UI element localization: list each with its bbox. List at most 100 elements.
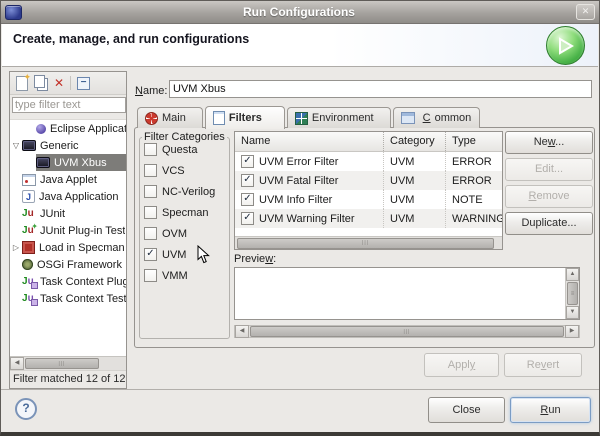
checkbox[interactable] (144, 185, 157, 198)
label-mnemonic: N (135, 85, 143, 97)
row-checkbox[interactable]: ✓ (241, 174, 254, 187)
button-label: Appl (447, 359, 470, 371)
scroll-left-icon[interactable]: ◀ (10, 357, 24, 370)
button-mnemonic: w (547, 136, 556, 148)
table-row[interactable]: ✓ UVM Fatal Filter UVM ERROR (235, 171, 502, 190)
checkbox[interactable] (144, 269, 157, 282)
cell-type: NOTE (452, 193, 483, 206)
window-title: Run Configurations (243, 5, 355, 19)
java-application-icon (22, 190, 35, 203)
label-part: ame: (142, 85, 168, 97)
scrollbar-thumb[interactable]: ||| (250, 326, 564, 337)
preview-horizontal-scrollbar[interactable]: ◀ ||| ▶ (234, 325, 580, 338)
checkbox[interactable] (144, 227, 157, 240)
cell-name: UVM Info Filter (259, 193, 333, 206)
filter-category-nc-verilog[interactable]: NC-Verilog (144, 185, 215, 198)
edit-filter-button[interactable]: Edit... (505, 158, 593, 181)
row-checkbox[interactable]: ✓ (241, 155, 254, 168)
window-icon (5, 4, 22, 20)
table-row[interactable]: ✓ UVM Error Filter UVM ERROR (235, 152, 502, 171)
filter-category-vcs[interactable]: VCS (144, 164, 185, 177)
tree-item[interactable]: ✦JUnit Plug-in Test (10, 222, 126, 239)
filter-category-ovm[interactable]: OVM (144, 227, 187, 240)
duplicate-filter-button[interactable]: Duplicate... (505, 212, 593, 235)
scroll-down-icon[interactable]: ▼ (566, 306, 579, 319)
tab-label: Main (162, 112, 186, 124)
checkbox-checked[interactable]: ✓ (144, 248, 157, 261)
table-header: Name Category Type (235, 132, 502, 152)
tree-item[interactable]: Task Context Test (10, 290, 126, 307)
scroll-up-icon[interactable]: ▲ (566, 268, 579, 281)
tab-environment[interactable]: Environment (286, 107, 391, 128)
table-row[interactable]: ✓ UVM Warning Filter UVM WARNING (235, 209, 502, 228)
cell-category: UVM (384, 152, 446, 171)
label-mnemonic: w (265, 253, 274, 265)
column-header-category[interactable]: Category (384, 132, 446, 151)
name-input[interactable] (169, 80, 592, 98)
tree-item[interactable]: Java Application (10, 188, 126, 205)
tree-item-label: JUnit (40, 207, 66, 220)
tree-item[interactable]: Eclipse Application (10, 120, 126, 137)
row-checkbox[interactable]: ✓ (241, 193, 254, 206)
button-label: Edit... (534, 163, 564, 175)
run-button[interactable]: Run (510, 397, 591, 423)
checkbox[interactable] (144, 143, 157, 156)
row-checkbox[interactable]: ✓ (241, 212, 254, 225)
tab-main[interactable]: Main (137, 107, 203, 128)
checkbox-label: OVM (162, 227, 188, 240)
tree-item[interactable]: Java Applet (10, 171, 126, 188)
scroll-right-icon[interactable]: ▶ (565, 325, 579, 338)
filters-table: Name Category Type ✓ UVM Error Filter UVM… (234, 131, 503, 250)
cell-name: UVM Fatal Filter (259, 174, 339, 187)
expanded-arrow-icon[interactable]: ▽ (10, 141, 22, 150)
button-label: emove (536, 190, 570, 202)
tab-filters[interactable]: Filters (204, 106, 285, 129)
collapse-all-icon[interactable]: − (77, 76, 91, 90)
revert-button[interactable]: Revert (504, 353, 582, 377)
scrollbar-thumb[interactable]: ||| (25, 358, 99, 369)
checkbox[interactable] (144, 164, 157, 177)
title-bar[interactable]: Run Configurations ✕ (1, 1, 599, 24)
apply-button[interactable]: Apply (424, 353, 499, 377)
table-row[interactable]: ✓ UVM Info Filter UVM NOTE (235, 190, 502, 209)
duplicate-config-icon[interactable] (34, 75, 45, 88)
filter-category-questa[interactable]: Questa (144, 143, 197, 156)
run-banner-button[interactable] (546, 26, 585, 65)
button-mnemonic: y (469, 359, 476, 371)
close-button[interactable]: Close (428, 397, 505, 423)
tree-item[interactable]: ▽ Generic (10, 137, 126, 154)
column-header-type[interactable]: Type (446, 132, 502, 151)
column-header-name[interactable]: Name (235, 132, 384, 151)
delete-config-icon[interactable]: ✕ (54, 77, 64, 89)
tree-item-label: Generic (40, 139, 79, 152)
new-filter-button[interactable]: New... (505, 131, 593, 154)
filter-category-uvm[interactable]: ✓ UVM (144, 248, 186, 261)
checkbox[interactable] (144, 206, 157, 219)
sidebar-horizontal-scrollbar[interactable]: ◀ ||| (10, 356, 126, 370)
tree-item-selected[interactable]: UVM Xbus (10, 154, 126, 171)
environment-tab-icon (294, 111, 308, 125)
task-context-test-icon (22, 293, 38, 306)
scroll-left-icon[interactable]: ◀ (235, 325, 249, 338)
tab-common[interactable]: Common (392, 107, 481, 128)
scrollbar-thumb[interactable]: ≡ (567, 282, 578, 305)
preview-vertical-scrollbar[interactable]: ▲ ≡ ▼ (565, 268, 579, 319)
scrollbar-thumb[interactable]: ||| (237, 237, 494, 249)
tree-item[interactable]: Task Context Plug (10, 273, 126, 290)
filter-category-vmm[interactable]: VMM (144, 269, 188, 282)
collapsed-arrow-icon[interactable]: ▷ (10, 243, 22, 252)
remove-filter-button[interactable]: Remove (505, 185, 593, 208)
preview-textarea[interactable]: ▲ ≡ ▼ (234, 267, 580, 320)
button-label: Re (526, 359, 541, 371)
type-filter-input[interactable] (12, 97, 126, 113)
tree-item[interactable]: OSGi Framework (10, 256, 126, 273)
table-empty-area (235, 228, 502, 236)
main-tab-icon (145, 111, 158, 125)
close-window-icon[interactable]: ✕ (576, 4, 595, 20)
table-horizontal-scrollbar[interactable]: ||| (235, 236, 502, 249)
tree-item[interactable]: JUnit (10, 205, 126, 222)
filter-category-specman[interactable]: Specman (144, 206, 208, 219)
tree-item[interactable]: ▷ Load in Specman (10, 239, 126, 256)
help-button[interactable]: ? (15, 398, 37, 420)
new-launch-config-icon[interactable]: ✦ (16, 72, 31, 91)
